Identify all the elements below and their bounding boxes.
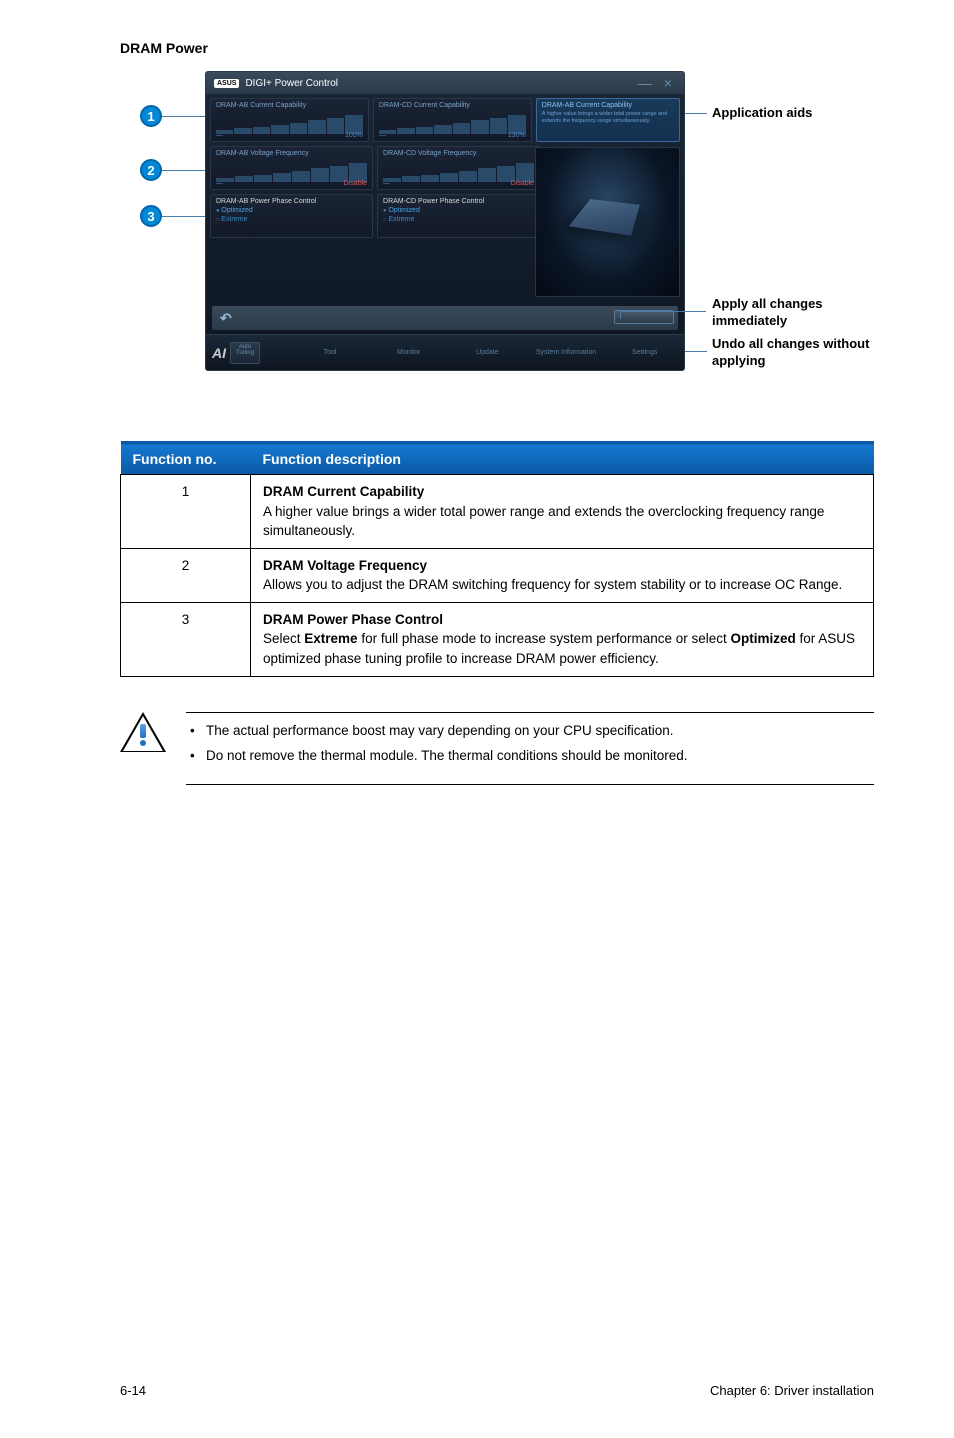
table-header-desc: Function description bbox=[251, 443, 874, 475]
row-title: DRAM Power Phase Control bbox=[263, 610, 861, 630]
radio-optimized[interactable]: Optimized bbox=[383, 207, 534, 214]
callout-undo: Undo all changes without applying bbox=[712, 336, 872, 370]
notice-item: The actual performance boost may vary de… bbox=[206, 721, 866, 741]
panel-dram-ab-phase[interactable]: DRAM-AB Power Phase Control Optimized Ex… bbox=[210, 194, 373, 238]
nav-sub-tuning[interactable]: Auto Tuning bbox=[230, 342, 260, 364]
window-controls[interactable]: — × bbox=[638, 75, 676, 91]
section-title: DRAM Power bbox=[120, 40, 874, 56]
table-row: 1 DRAM Current Capability A higher value… bbox=[121, 475, 874, 549]
panel-status: Disable bbox=[344, 180, 367, 187]
window-title: DIGI+ Power Control bbox=[245, 78, 338, 89]
row-title: DRAM Voltage Frequency bbox=[263, 556, 861, 576]
table-header-no: Function no. bbox=[121, 443, 251, 475]
table-row: 2 DRAM Voltage Frequency Allows you to a… bbox=[121, 548, 874, 602]
callout-line bbox=[620, 311, 621, 319]
row-text: Select Extreme for full phase mode to in… bbox=[263, 631, 855, 666]
cell-no: 2 bbox=[121, 548, 251, 602]
cell-desc: DRAM Current Capability A higher value b… bbox=[251, 475, 874, 549]
callout-line bbox=[685, 113, 707, 114]
warning-icon bbox=[120, 712, 166, 754]
nav-update[interactable]: Update bbox=[448, 349, 527, 356]
radio-extreme[interactable]: Extreme bbox=[383, 216, 534, 223]
nav-tool[interactable]: Tool bbox=[291, 349, 370, 356]
panel-dram-cd-current[interactable]: DRAM-CD Current Capability —130% bbox=[373, 98, 532, 142]
nav-ai-suite[interactable]: AI Auto Tuning bbox=[206, 342, 291, 364]
nav-monitor[interactable]: Monitor bbox=[369, 349, 448, 356]
panel-title: DRAM-CD Power Phase Control bbox=[383, 198, 534, 205]
radio-extreme[interactable]: Extreme bbox=[216, 216, 367, 223]
badge-1: 1 bbox=[140, 105, 162, 127]
notice-item: Do not remove the thermal module. The th… bbox=[206, 746, 866, 766]
screenshot-figure: 1 2 3 ASUS DIGI+ Power Control — × DRAM-… bbox=[140, 71, 874, 381]
page-footer: 6-14 Chapter 6: Driver installation bbox=[120, 1373, 874, 1398]
ai-logo-icon: AI bbox=[212, 345, 226, 361]
table-row: 3 DRAM Power Phase Control Select Extrem… bbox=[121, 602, 874, 676]
info-text: A higher value brings a wider total powe… bbox=[542, 111, 674, 124]
cell-desc: DRAM Power Phase Control Select Extreme … bbox=[251, 602, 874, 676]
cell-no: 1 bbox=[121, 475, 251, 549]
panel-info: DRAM-AB Current Capability A higher valu… bbox=[536, 98, 680, 142]
panel-title: DRAM-AB Voltage Frequency bbox=[216, 150, 367, 157]
badge-3: 3 bbox=[140, 205, 162, 227]
panel-dram-cd-voltage[interactable]: DRAM-CD Voltage Frequency —Disable bbox=[377, 146, 540, 190]
radio-optimized[interactable]: Optimized bbox=[216, 207, 367, 214]
callout-apply: Apply all changes immediately bbox=[712, 296, 872, 330]
app-window: ASUS DIGI+ Power Control — × DRAM-AB Cur… bbox=[205, 71, 685, 371]
callout-line bbox=[620, 311, 706, 312]
panel-dram-ab-current[interactable]: DRAM-AB Current Capability —100% bbox=[210, 98, 369, 142]
page-number: 6-14 bbox=[120, 1383, 146, 1398]
window-titlebar: ASUS DIGI+ Power Control — × bbox=[206, 72, 684, 94]
info-title: DRAM-AB Current Capability bbox=[542, 102, 674, 109]
nav-settings[interactable]: Settings bbox=[605, 349, 684, 356]
row-text: Allows you to adjust the DRAM switching … bbox=[263, 577, 842, 592]
callout-line bbox=[685, 351, 707, 352]
badge-2: 2 bbox=[140, 159, 162, 181]
apply-button[interactable] bbox=[614, 310, 674, 324]
bottom-nav: AI Auto Tuning Tool Monitor Update Syste… bbox=[206, 334, 684, 370]
panel-value: 130% bbox=[508, 132, 526, 139]
function-table: Function no. Function description 1 DRAM… bbox=[120, 441, 874, 677]
panel-title: DRAM-CD Voltage Frequency bbox=[383, 150, 534, 157]
nav-system-info[interactable]: System Information bbox=[527, 349, 606, 356]
chapter-label: Chapter 6: Driver installation bbox=[710, 1383, 874, 1398]
cell-no: 3 bbox=[121, 602, 251, 676]
notice-content: The actual performance boost may vary de… bbox=[186, 712, 874, 785]
callout-aids: Application aids bbox=[712, 105, 812, 122]
cpu-graphic bbox=[535, 147, 680, 297]
row-text: A higher value brings a wider total powe… bbox=[263, 504, 824, 539]
panel-value: 100% bbox=[345, 132, 363, 139]
undo-bar: ↶ bbox=[212, 306, 678, 330]
asus-logo: ASUS bbox=[214, 79, 239, 88]
panel-dram-cd-phase[interactable]: DRAM-CD Power Phase Control Optimized Ex… bbox=[377, 194, 540, 238]
panel-title: DRAM-CD Current Capability bbox=[379, 102, 526, 109]
undo-icon[interactable]: ↶ bbox=[220, 310, 232, 327]
cell-desc: DRAM Voltage Frequency Allows you to adj… bbox=[251, 548, 874, 602]
panel-title: DRAM-AB Current Capability bbox=[216, 102, 363, 109]
panel-title: DRAM-AB Power Phase Control bbox=[216, 198, 367, 205]
panel-dram-ab-voltage[interactable]: DRAM-AB Voltage Frequency —Disable bbox=[210, 146, 373, 190]
row-title: DRAM Current Capability bbox=[263, 482, 861, 502]
notice-box: The actual performance boost may vary de… bbox=[120, 712, 874, 785]
panel-status: Disable bbox=[511, 180, 534, 187]
